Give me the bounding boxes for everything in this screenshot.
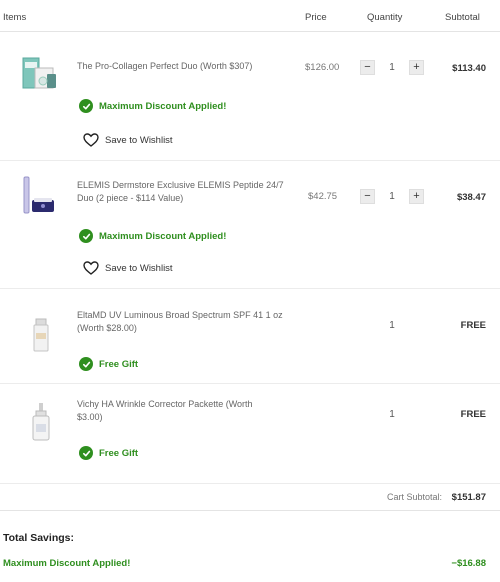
- save-to-wishlist-button[interactable]: Save to Wishlist: [83, 261, 173, 275]
- wishlist-label: Save to Wishlist: [105, 134, 173, 146]
- promo-text: Maximum Discount Applied!: [99, 100, 227, 112]
- product-name[interactable]: The Pro-Collagen Perfect Duo (Worth $307…: [77, 60, 252, 73]
- promo-badge: Maximum Discount Applied!: [79, 99, 226, 113]
- promo-text: Maximum Discount Applied!: [99, 230, 227, 242]
- line-subtotal: FREE: [460, 409, 486, 420]
- free-gift-badge: Free Gift: [79, 357, 138, 371]
- product-name[interactable]: ELEMIS Dermstore Exclusive ELEMIS Peptid…: [77, 179, 284, 205]
- check-circle-icon: [79, 229, 93, 243]
- product-thumbnail[interactable]: [30, 402, 52, 442]
- wishlist-label: Save to Wishlist: [105, 262, 173, 274]
- cart-subtotal-label: Cart Subtotal:: [386, 492, 442, 502]
- quantity-increase-button[interactable]: +: [409, 189, 424, 204]
- header-price: Price: [305, 12, 327, 23]
- check-circle-icon: [79, 446, 93, 460]
- promo-badge: Maximum Discount Applied!: [79, 229, 226, 243]
- header-quantity: Quantity: [367, 12, 403, 23]
- cart-item-row: EltaMD UV Luminous Broad Spectrum SPF 41…: [0, 289, 500, 384]
- quantity-decrease-button[interactable]: −: [360, 60, 375, 75]
- check-circle-icon: [79, 99, 93, 113]
- quantity-decrease-button[interactable]: −: [360, 189, 375, 204]
- product-thumbnail[interactable]: [20, 174, 60, 216]
- savings-discount-value: −$16.88: [451, 558, 486, 569]
- quantity-value[interactable]: 1: [385, 62, 399, 73]
- product-thumbnail[interactable]: [30, 317, 52, 353]
- heart-icon: [83, 261, 99, 275]
- product-name[interactable]: Vichy HA Wrinkle Corrector Packette (Wor…: [77, 398, 253, 424]
- product-thumbnail[interactable]: [20, 54, 60, 94]
- quantity-increase-button[interactable]: +: [409, 60, 424, 75]
- free-gift-badge: Free Gift: [79, 446, 138, 460]
- cart-table-header: Items Price Quantity Subtotal: [0, 0, 500, 32]
- savings-discount-label: Maximum Discount Applied!: [3, 558, 131, 569]
- header-subtotal: Subtotal: [445, 12, 480, 23]
- promo-text: Free Gift: [99, 447, 139, 459]
- header-items: Items: [3, 12, 27, 23]
- check-circle-icon: [79, 357, 93, 371]
- heart-icon: [83, 133, 99, 147]
- product-price: $126.00: [305, 62, 340, 73]
- cart-item-row: The Pro-Collagen Perfect Duo (Worth $307…: [0, 32, 500, 161]
- quantity-value: 1: [389, 409, 395, 420]
- product-name[interactable]: EltaMD UV Luminous Broad Spectrum SPF 41…: [77, 309, 283, 335]
- promo-text: Free Gift: [99, 358, 139, 370]
- total-savings-title: Total Savings:: [3, 532, 74, 544]
- cart-subtotal-row: Cart Subtotal: $151.87: [0, 484, 500, 511]
- cart-subtotal-value: $151.87: [451, 492, 486, 503]
- line-subtotal: FREE: [460, 320, 486, 331]
- product-price: $42.75: [308, 191, 338, 202]
- cart-item-row: Vichy HA Wrinkle Corrector Packette (Wor…: [0, 384, 500, 484]
- save-to-wishlist-button[interactable]: Save to Wishlist: [83, 133, 173, 147]
- quantity-value[interactable]: 1: [385, 191, 399, 202]
- cart-item-row: ELEMIS Dermstore Exclusive ELEMIS Peptid…: [0, 161, 500, 289]
- quantity-value: 1: [389, 320, 395, 331]
- line-subtotal: $38.47: [456, 192, 486, 203]
- line-subtotal: $113.40: [452, 63, 486, 74]
